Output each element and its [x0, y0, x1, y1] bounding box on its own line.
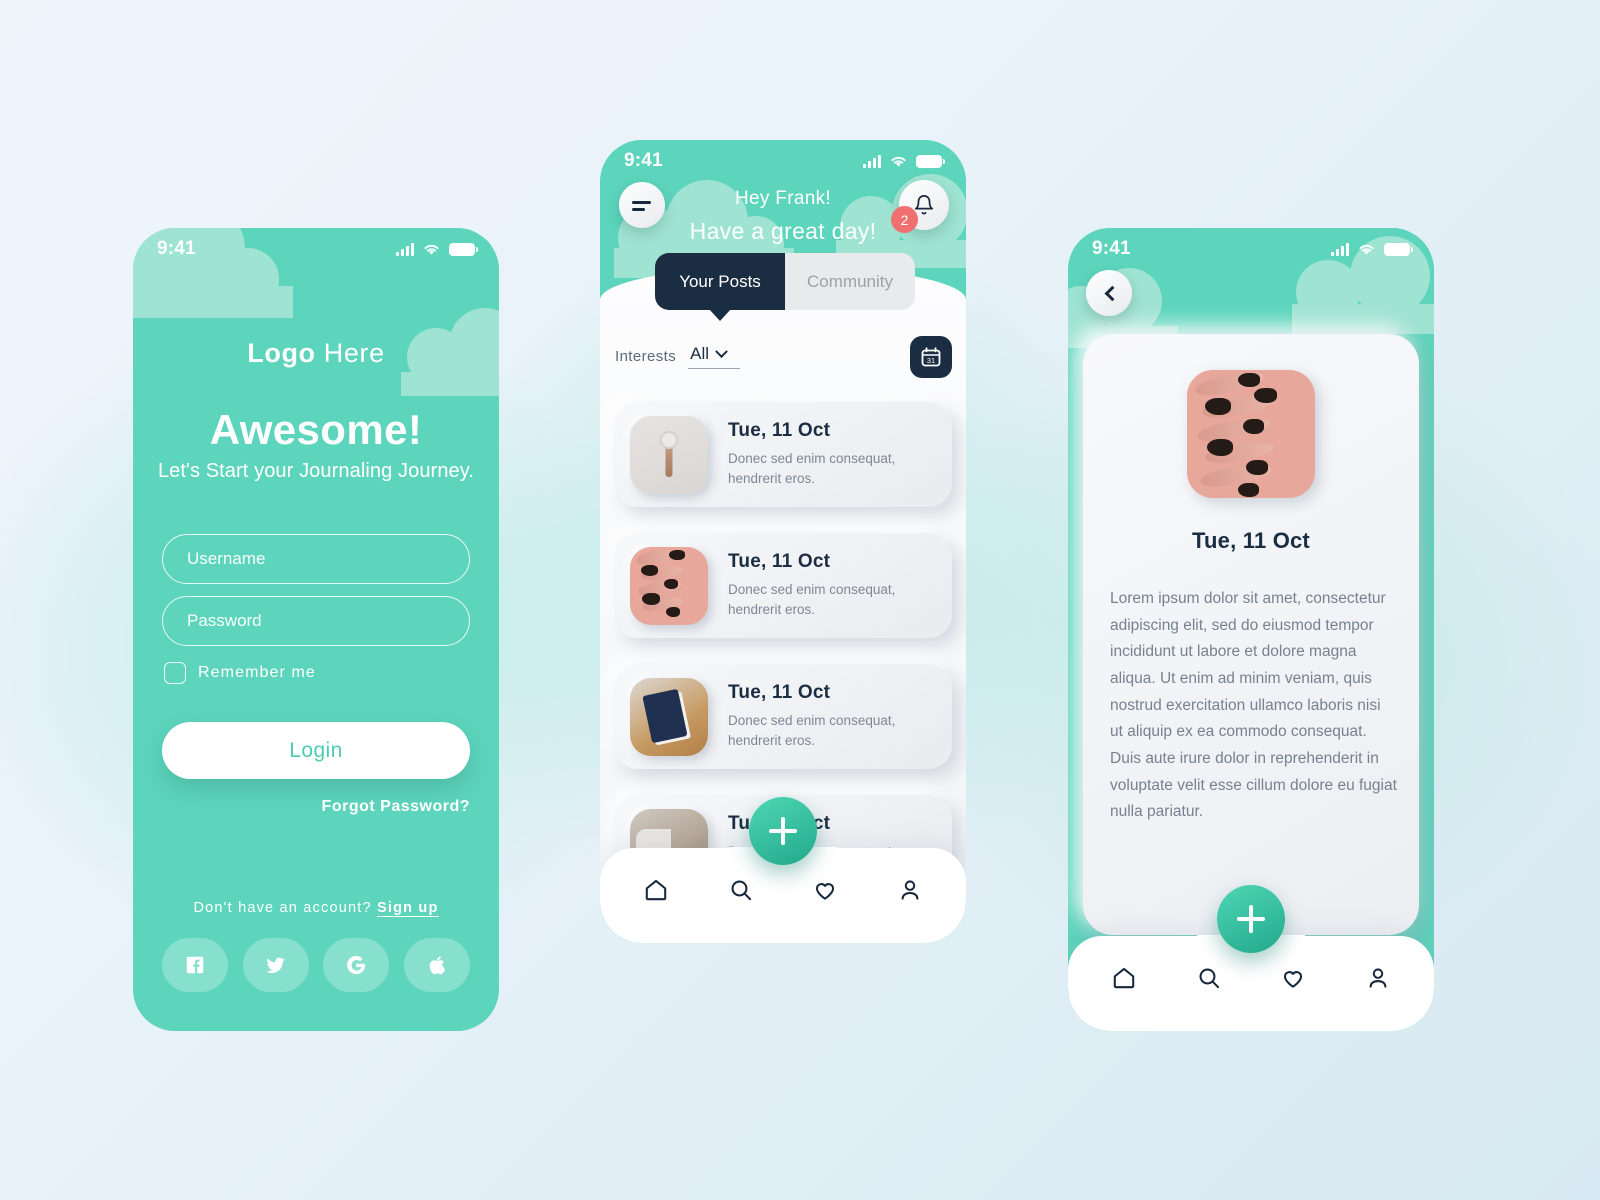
notifications-button[interactable]: 2 [891, 180, 949, 233]
post-card[interactable]: Tue, 11 Oct Donec sed enim consequat, he… [614, 533, 952, 638]
apple-login-button[interactable] [403, 938, 470, 992]
notification-badge: 2 [891, 206, 918, 233]
facebook-login-button[interactable] [162, 938, 228, 992]
status-bar: 9:41 [1068, 228, 1434, 270]
detail-card: Tue, 11 Oct Lorem ipsum dolor sit amet, … [1083, 334, 1419, 935]
menu-button[interactable] [619, 182, 665, 228]
remember-me-row[interactable]: Remember me [164, 662, 316, 684]
twitter-login-button[interactable] [242, 938, 309, 992]
cloud-decoration [1292, 236, 1434, 334]
add-post-fab[interactable] [1217, 885, 1285, 953]
forgot-password-link[interactable]: Forgot Password? [322, 798, 470, 816]
chevron-down-icon [715, 344, 728, 358]
detail-date: Tue, 11 Oct [1192, 528, 1310, 553]
logo-bold-text: Logo [247, 338, 316, 368]
login-button[interactable]: Login [162, 722, 470, 779]
status-time: 9:41 [1092, 238, 1131, 259]
post-card[interactable]: Tue, 11 Oct Donec sed enim consequat, he… [614, 664, 952, 769]
home-icon [646, 879, 667, 900]
apple-icon [429, 956, 446, 975]
profile-icon [901, 879, 919, 900]
nav-profile-button[interactable] [897, 877, 923, 903]
post-thumbnail [630, 677, 708, 756]
nav-favorites-button[interactable] [812, 877, 838, 903]
signal-bars-icon [1331, 242, 1349, 256]
google-icon [347, 955, 366, 975]
nav-favorites-button[interactable] [1280, 965, 1306, 991]
remember-me-checkbox[interactable] [164, 662, 186, 684]
status-time: 9:41 [157, 238, 196, 259]
signal-bars-icon [863, 154, 881, 168]
login-heading: Awesome! [209, 406, 423, 453]
wifi-icon [424, 244, 439, 255]
feed-tabs: Your Posts Community [655, 253, 915, 310]
wifi-icon [1359, 244, 1374, 255]
signup-link[interactable]: Sign up [377, 900, 439, 916]
profile-icon [1369, 967, 1387, 988]
app-logo: Logo Here [133, 338, 499, 369]
feed-screen-phone: 9:41 Hey Frank! Have a great day! 2 Your… [600, 140, 966, 943]
twitter-icon [266, 957, 286, 973]
wifi-icon [891, 156, 906, 167]
nav-profile-button[interactable] [1365, 965, 1391, 991]
nav-search-button[interactable] [728, 877, 754, 903]
post-card[interactable]: Tue, 11 Oct Donec sed enim consequat, he… [614, 402, 952, 507]
social-login-row [162, 938, 470, 992]
battery-icon [916, 154, 945, 168]
facebook-icon [186, 956, 204, 974]
tab-community[interactable]: Community [785, 253, 915, 310]
login-screen-phone: 9:41 Logo Here Awesome! Let's Start your… [133, 228, 499, 1031]
interests-dropdown[interactable]: All [688, 344, 741, 369]
heart-icon [1284, 970, 1303, 988]
interests-value: All [690, 344, 710, 363]
username-input[interactable] [162, 534, 470, 584]
tab-your-posts[interactable]: Your Posts [655, 253, 785, 310]
menu-icon [632, 201, 651, 205]
back-chevron-icon [1104, 285, 1120, 301]
post-date: Tue, 11 Oct [728, 681, 831, 703]
mockup-canvas: 9:41 Logo Here Awesome! Let's Start your… [0, 0, 1600, 1200]
battery-icon [1384, 242, 1413, 256]
add-post-fab[interactable] [749, 797, 817, 865]
search-icon [1199, 968, 1219, 988]
post-excerpt: Donec sed enim consequat, hendrerit eros… [728, 581, 896, 617]
back-button[interactable] [1086, 270, 1132, 316]
status-time: 9:41 [624, 150, 663, 171]
post-excerpt: Donec sed enim consequat, hendrerit eros… [728, 712, 896, 748]
status-bar: 9:41 [600, 140, 966, 182]
post-thumbnail [630, 415, 708, 494]
post-excerpt: Donec sed enim consequat, hendrerit eros… [728, 450, 896, 486]
calendar-button[interactable]: 31 [910, 336, 952, 378]
nav-search-button[interactable] [1196, 965, 1222, 991]
heart-icon [816, 882, 835, 900]
remember-me-label: Remember me [198, 664, 316, 681]
svg-text:31: 31 [927, 356, 935, 365]
interests-filter: Interests All [615, 344, 741, 369]
post-thumbnail [630, 546, 708, 625]
search-icon [731, 880, 751, 900]
google-login-button[interactable] [323, 938, 390, 992]
signup-prompt-text: Don't have an account? [193, 900, 372, 916]
status-bar: 9:41 [133, 228, 499, 270]
login-tagline: Let's Start your Journaling Journey. [157, 460, 475, 482]
password-input[interactable] [162, 596, 470, 646]
detail-hero-image [1187, 370, 1315, 498]
post-date: Tue, 11 Oct [728, 550, 831, 572]
nav-home-button[interactable] [1111, 965, 1137, 991]
logo-light-text: Here [323, 338, 385, 368]
post-date: Tue, 11 Oct [728, 419, 831, 441]
battery-icon [449, 242, 478, 256]
detail-screen-phone: 9:41 Tue, 11 Oct Lorem ipsum dolor sit a… [1068, 228, 1434, 1031]
signup-row: Don't have an account? Sign up [133, 900, 499, 916]
nav-home-button[interactable] [643, 877, 669, 903]
home-icon [1114, 967, 1135, 988]
detail-body-text: Lorem ipsum dolor sit amet, consectetur … [1110, 590, 1397, 821]
signal-bars-icon [396, 242, 414, 256]
calendar-icon: 31 [921, 347, 941, 367]
interests-label: Interests [615, 348, 677, 365]
